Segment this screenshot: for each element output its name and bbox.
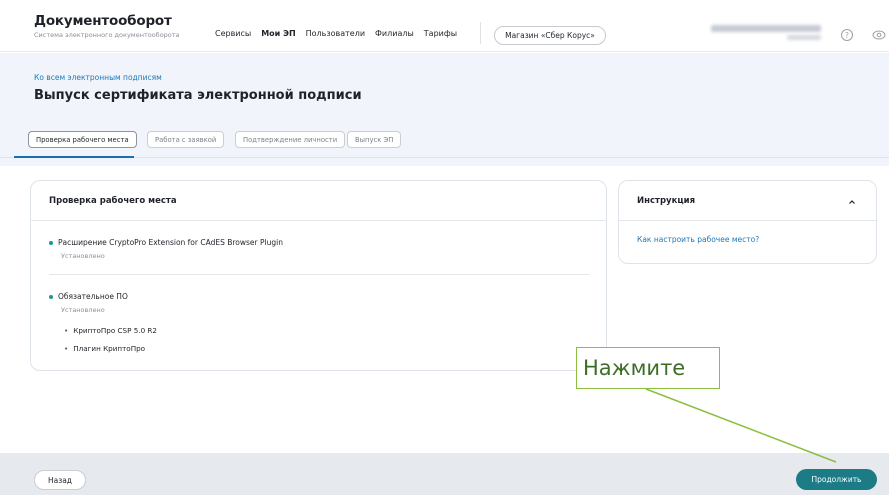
- help-icon[interactable]: ?: [841, 29, 853, 41]
- status-dot-icon: [49, 241, 53, 245]
- continue-button[interactable]: Продолжить: [796, 469, 877, 490]
- software-subitem: Плагин КриптоПро: [64, 344, 145, 353]
- card-divider: [31, 220, 606, 221]
- active-step-indicator: [14, 156, 134, 158]
- nav-item-tariffs[interactable]: Тарифы: [424, 29, 457, 38]
- workplace-setup-link[interactable]: Как настроить рабочее место?: [637, 235, 759, 244]
- step-issue[interactable]: Выпуск ЭП: [347, 131, 402, 148]
- user-name-blurred: [711, 25, 821, 32]
- instruction-card: Инструкция Как настроить рабочее место?: [618, 180, 877, 264]
- store-button[interactable]: Магазин «Сбер Корус»: [494, 26, 606, 45]
- check-item-label: Обязательное ПО: [58, 292, 128, 301]
- nav-item-services[interactable]: Сервисы: [215, 29, 251, 38]
- app-logo-subtitle: Система электронного документооборота: [34, 31, 180, 39]
- step-identity[interactable]: Подтверждение личности: [235, 131, 346, 148]
- card-title: Проверка рабочего места: [49, 196, 177, 206]
- check-item: Обязательное ПО: [49, 292, 128, 301]
- chevron-up-icon[interactable]: [848, 198, 856, 206]
- check-item: Расширение CryptoPro Extension for CAdES…: [49, 238, 283, 247]
- check-item-label: Расширение CryptoPro Extension for CAdES…: [58, 238, 283, 247]
- nav-item-my-signatures[interactable]: Мои ЭП: [261, 29, 295, 38]
- workplace-check-card: Проверка рабочего места Расширение Crypt…: [30, 180, 607, 371]
- user-profile[interactable]: [705, 23, 821, 43]
- nav-divider: [480, 22, 481, 44]
- user-info-blurred: [787, 35, 821, 40]
- check-item-status: Установлено: [61, 252, 105, 260]
- nav-item-branches[interactable]: Филиалы: [375, 29, 414, 38]
- step-application[interactable]: Работа с заявкой: [147, 131, 225, 148]
- annotation-callout: Нажмите: [576, 347, 720, 389]
- item-divider: [49, 274, 589, 275]
- software-subitem: КриптоПро CSP 5.0 R2: [64, 326, 157, 335]
- back-to-signatures-link[interactable]: Ко всем электронным подписям: [34, 73, 162, 82]
- step-workplace-check[interactable]: Проверка рабочего места: [28, 131, 137, 148]
- instruction-title: Инструкция: [637, 196, 696, 206]
- eye-icon[interactable]: [872, 29, 886, 41]
- action-footer: Назад Продолжить: [0, 453, 889, 495]
- nav-item-users[interactable]: Пользователи: [306, 29, 365, 38]
- page-heading-area: Ко всем электронным подписям Выпуск серт…: [0, 53, 889, 166]
- card-divider: [619, 220, 876, 221]
- main-content: Проверка рабочего места Расширение Crypt…: [0, 166, 889, 453]
- app-logo-title[interactable]: Документооборот: [34, 13, 172, 29]
- page-title: Выпуск сертификата электронной подписи: [34, 88, 362, 103]
- app-header: Документооборот Система электронного док…: [0, 0, 889, 52]
- status-dot-icon: [49, 295, 53, 299]
- back-button[interactable]: Назад: [34, 470, 86, 490]
- main-nav: Сервисы Мои ЭП Пользователи Филиалы Тари…: [215, 29, 457, 38]
- check-item-status: Установлено: [61, 306, 105, 314]
